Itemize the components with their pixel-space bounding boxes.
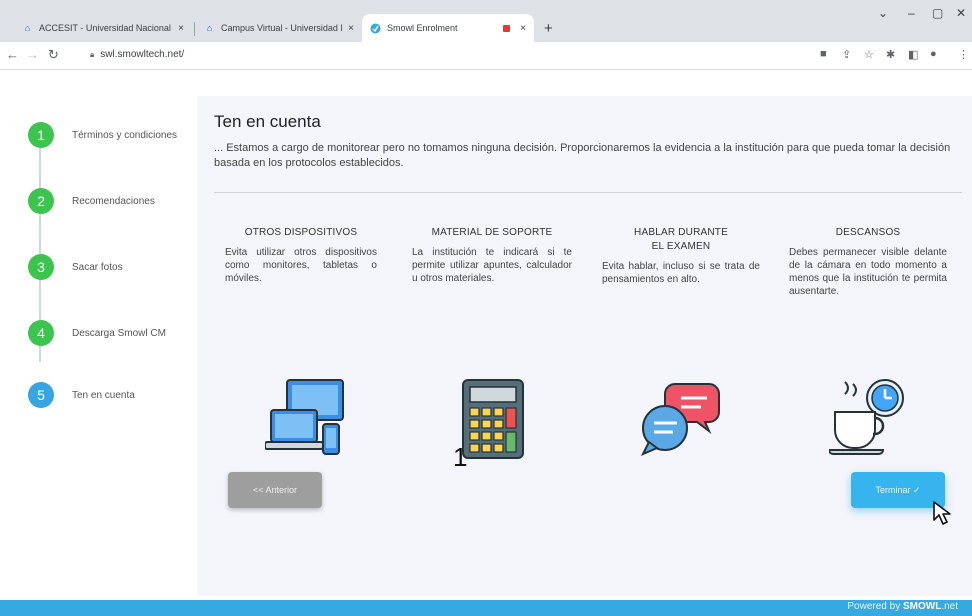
recording-icon <box>503 24 511 32</box>
share-icon[interactable]: ⇪ <box>842 48 851 61</box>
brand-suffix: .net <box>941 601 958 612</box>
step-number: 3 <box>28 254 54 280</box>
profile-icon[interactable]: ● <box>930 48 937 60</box>
sidepanel-icon[interactable]: ◧ <box>908 48 918 61</box>
close-tab-icon[interactable]: × <box>348 23 354 34</box>
step-label: Recomendaciones <box>72 195 155 207</box>
info-column-devices: OTROS DISPOSITIVOS Evita utilizar otros … <box>225 226 377 285</box>
url-field[interactable]: 🔒︎ swl.smowltech.net/ <box>90 49 184 60</box>
divider <box>214 192 962 193</box>
tab-title: ACCESIT - Universidad Nacional <box>39 23 171 33</box>
main-content: Ten en cuenta ... Estamos a cargo de mon… <box>197 96 972 596</box>
minimize-icon[interactable]: – <box>908 6 915 20</box>
lock-icon: 🔒︎ <box>90 49 95 59</box>
back-icon[interactable]: ← <box>6 47 19 62</box>
close-tab-icon[interactable]: × <box>178 23 184 34</box>
address-bar: ← → ↻ 🔒︎ swl.smowltech.net/ ■ ⇪ ☆ ✱ ◧ ● … <box>0 42 972 70</box>
column-heading: HABLAR DURANTE EL EXAMEN <box>634 227 728 252</box>
new-tab-button[interactable]: + <box>544 20 553 37</box>
column-heading: MATERIAL DE SOPORTE <box>431 227 553 238</box>
column-body: Debes permanecer visible delante de la c… <box>789 247 947 297</box>
column-body: Evita utilizar otros dispositivos como m… <box>225 247 377 284</box>
tab-smowl-enrolment[interactable]: Smowl Enrolment × <box>362 14 534 42</box>
tab-title: Smowl Enrolment <box>387 23 458 33</box>
tab-separator <box>194 22 195 36</box>
chat-bubbles-icon <box>639 378 721 465</box>
star-icon[interactable]: ☆ <box>864 48 874 61</box>
column-body: La institución te indicará si te permite… <box>412 247 572 284</box>
steps-sidebar: 1 Términos y condiciones 2 Recomendacion… <box>8 96 196 596</box>
step-label: Sacar fotos <box>72 261 123 273</box>
previous-button[interactable]: << Anterior <box>228 472 322 508</box>
step-label: Descarga Smowl CM <box>72 327 166 339</box>
extensions-icon[interactable]: ✱ <box>886 48 895 61</box>
footer-bar: Powered by SMOWL.net <box>0 600 972 616</box>
tab-title: Campus Virtual - Universidad Na <box>221 23 343 33</box>
close-window-icon[interactable]: ✕ <box>956 6 966 20</box>
chevron-down-icon[interactable]: ⌄ <box>878 6 888 20</box>
column-body: Evita hablar, incluso si se trata de pen… <box>602 261 760 285</box>
step-number: 2 <box>28 188 54 214</box>
info-column-support: MATERIAL DE SOPORTE La institución te in… <box>412 226 572 285</box>
smowl-icon <box>370 23 381 34</box>
mouse-cursor-icon <box>932 500 956 531</box>
step-ten-en-cuenta: 5 Ten en cuenta <box>28 380 198 410</box>
page: 1 Términos y condiciones 2 Recomendacion… <box>0 70 972 616</box>
university-icon: ⌂ <box>206 23 213 33</box>
step-number: 5 <box>28 382 54 408</box>
step-recomendaciones: 2 Recomendaciones <box>28 186 198 216</box>
step-label: Ten en cuenta <box>72 389 135 401</box>
annotation-mark: 1 <box>453 442 468 472</box>
step-sacar-fotos: 3 Sacar fotos <box>28 252 198 282</box>
calculator-icon <box>459 378 529 465</box>
reload-icon[interactable]: ↻ <box>48 47 59 63</box>
tab-accesit[interactable]: ⌂ ACCESIT - Universidad Nacional × <box>14 14 192 42</box>
info-column-breaks: DESCANSOS Debes permanecer visible delan… <box>789 226 947 298</box>
camera-icon[interactable]: ■ <box>820 48 827 60</box>
forward-icon[interactable]: → <box>26 47 39 62</box>
url-text: swl.smowltech.net/ <box>100 49 185 60</box>
step-number: 4 <box>28 320 54 346</box>
info-column-talking: HABLAR DURANTE EL EXAMEN Evita hablar, i… <box>602 226 760 286</box>
tab-campus-virtual[interactable]: ⌂ Campus Virtual - Universidad Na × <box>196 14 362 42</box>
devices-icon <box>264 378 347 465</box>
step-number: 1 <box>28 122 54 148</box>
maximize-icon[interactable]: ▢ <box>932 6 943 20</box>
close-tab-icon[interactable]: × <box>520 23 526 34</box>
browser-tab-bar: ⌂ ACCESIT - Universidad Nacional × ⌂ Cam… <box>0 0 972 42</box>
powered-by: Powered by SMOWL.net <box>847 601 958 612</box>
menu-icon[interactable]: ⋮ <box>958 48 969 61</box>
university-icon: ⌂ <box>24 23 31 33</box>
brand-name: SMOWL <box>902 601 942 612</box>
finish-button[interactable]: Terminar ✓ <box>851 472 945 508</box>
step-label: Términos y condiciones <box>72 129 178 141</box>
step-descarga: 4 Descarga Smowl CM <box>28 318 198 348</box>
column-heading: DESCANSOS <box>835 227 901 238</box>
page-title: Ten en cuenta <box>214 112 321 131</box>
step-terminos: 1 Términos y condiciones <box>28 120 198 150</box>
intro-text: ... Estamos a cargo de monitorear pero n… <box>214 142 951 169</box>
coffee-clock-icon <box>827 378 911 465</box>
column-heading: OTROS DISPOSITIVOS <box>244 227 358 238</box>
powered-by-text: Powered by <box>847 601 903 612</box>
